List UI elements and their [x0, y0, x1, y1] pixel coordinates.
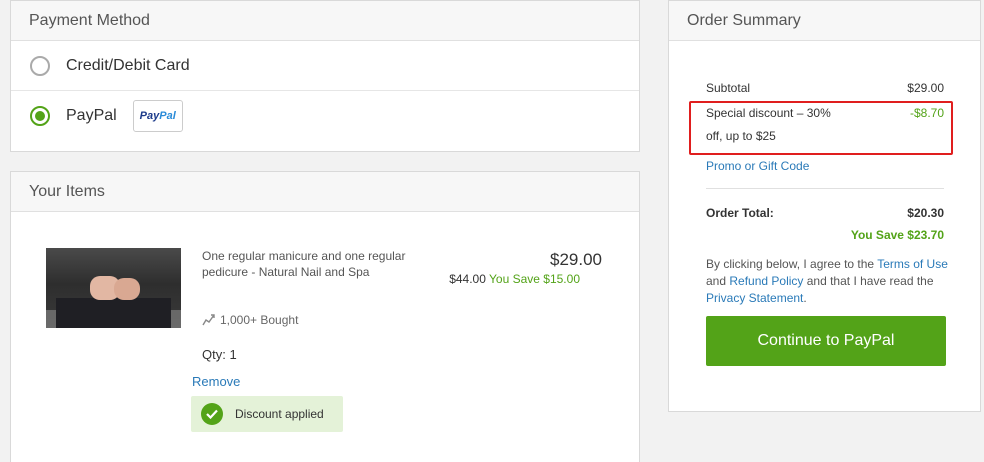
- your-items-panel: Your Items One regular manicure and one …: [10, 171, 640, 462]
- discount-highlight-box: [689, 101, 953, 155]
- promo-code-link[interactable]: Promo or Gift Code: [706, 159, 809, 173]
- payment-option-paypal-label: PayPal: [66, 107, 117, 124]
- subtotal-value: $29.00: [907, 81, 944, 95]
- payment-option-card-label: Credit/Debit Card: [66, 56, 190, 74]
- discount-applied-badge: Discount applied: [191, 396, 343, 432]
- item-title: One regular manicure and one regular ped…: [202, 249, 406, 279]
- legal-text: By clicking below, I agree to the Terms …: [706, 257, 948, 305]
- refund-policy-link[interactable]: Refund Policy: [729, 274, 803, 288]
- item-quantity: Qty: 1: [202, 347, 237, 362]
- subtotal-label: Subtotal: [706, 81, 751, 95]
- total-save-row: You Save $23.70: [706, 228, 944, 242]
- bought-count: 1,000+ Bought: [202, 313, 298, 327]
- discount-applied-label: Discount applied: [235, 407, 324, 421]
- payment-method-title: Payment Method: [11, 1, 639, 41]
- subtotal-row: Subtotal $29.00: [706, 81, 944, 95]
- payment-option-paypal[interactable]: PayPal Pay Pal: [11, 91, 639, 141]
- order-total-value: $20.30: [907, 206, 944, 220]
- summary-divider: [706, 188, 944, 189]
- order-total-label: Order Total:: [706, 206, 774, 220]
- your-items-title: Your Items: [11, 172, 639, 212]
- order-summary-panel: Order Summary Subtotal $29.00 Special di…: [668, 0, 981, 412]
- payment-method-panel: Payment Method Credit/Debit Card PayPal …: [10, 0, 640, 152]
- paypal-logo-icon: Pay Pal: [132, 100, 183, 132]
- terms-link[interactable]: Terms of Use: [877, 257, 948, 271]
- continue-to-paypal-button[interactable]: Continue to PayPal: [706, 316, 946, 366]
- bought-count-label: 1,000+ Bought: [220, 313, 299, 327]
- order-summary-title: Order Summary: [669, 1, 980, 41]
- check-circle-icon: [201, 403, 223, 425]
- radio-card[interactable]: [30, 55, 50, 76]
- item-image: [46, 248, 181, 328]
- trend-icon: [202, 314, 215, 326]
- radio-paypal[interactable]: [30, 106, 50, 126]
- privacy-statement-link[interactable]: Privacy Statement: [706, 291, 803, 305]
- total-you-save: You Save $23.70: [850, 228, 944, 242]
- item-you-save: You Save $15.00: [489, 272, 580, 286]
- item-original-price: $44.00 You Save $15.00: [449, 272, 580, 286]
- order-total-row: Order Total: $20.30: [706, 206, 944, 220]
- item-price: $29.00: [550, 250, 602, 269]
- item-original-value: $44.00: [449, 272, 486, 286]
- promo-row: Promo or Gift Code: [706, 159, 944, 173]
- payment-option-card[interactable]: Credit/Debit Card: [11, 41, 639, 91]
- remove-item-link[interactable]: Remove: [192, 374, 240, 389]
